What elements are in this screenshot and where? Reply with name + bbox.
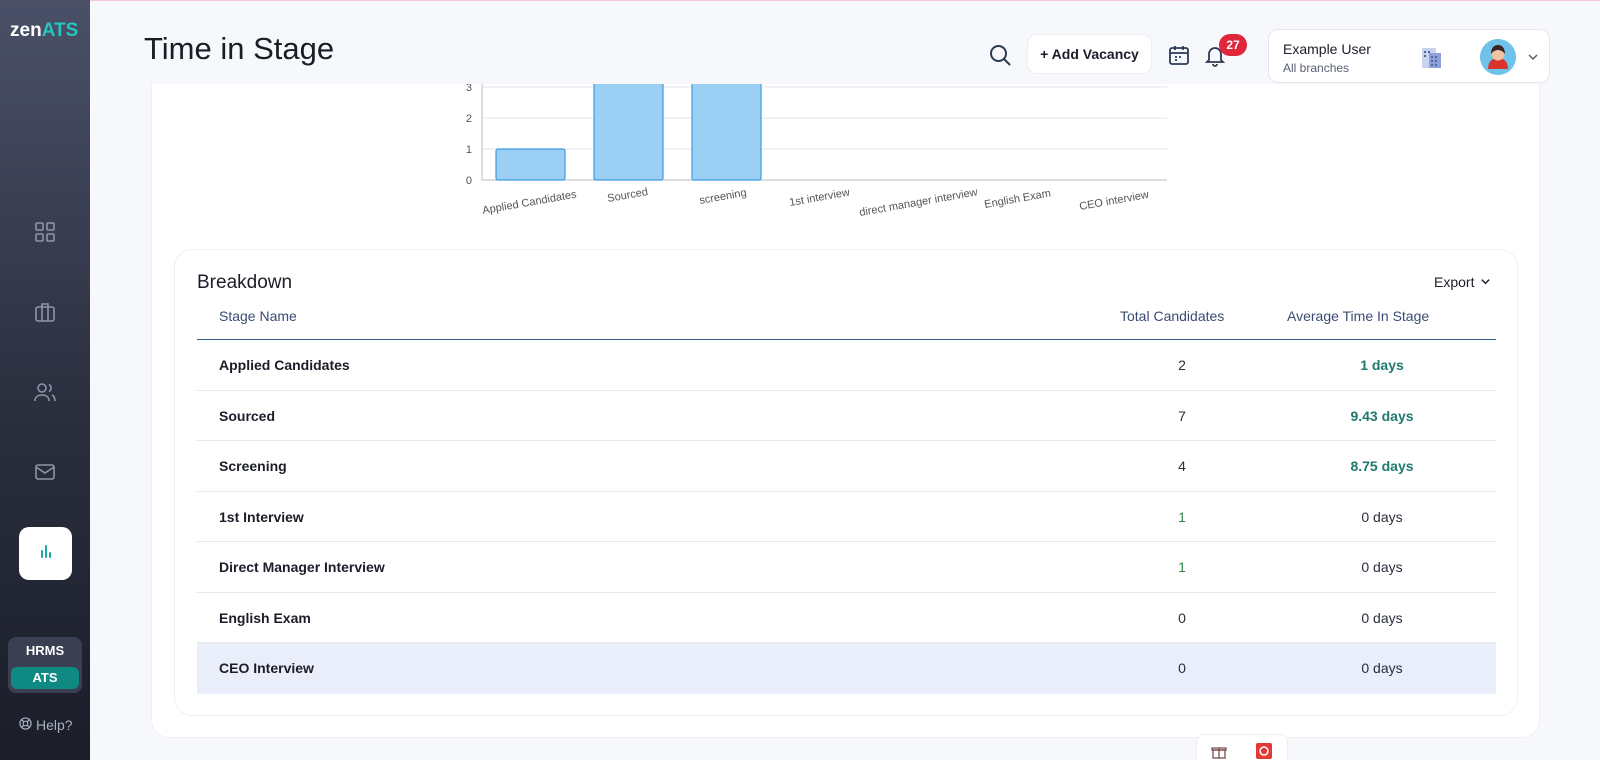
users-icon[interactable] — [30, 377, 60, 407]
building-icon — [1417, 44, 1443, 70]
y-tick-label: 1 — [466, 144, 472, 156]
chart-bar — [691, 84, 762, 181]
average-time-cell: 0 days — [1361, 660, 1403, 676]
table-row[interactable]: CEO Interview 0 0 days — [197, 643, 1496, 694]
table-row[interactable]: Applied Candidates 2 1 days — [197, 340, 1496, 391]
table-row[interactable]: English Exam 0 0 days — [197, 593, 1496, 643]
stage-name-cell: Direct Manager Interview — [219, 559, 385, 575]
table-body: Applied Candidates 2 1 days Sourced 7 9.43 da… — [197, 340, 1496, 694]
page-title: Time in Stage — [144, 31, 335, 66]
briefcase-icon[interactable] — [30, 297, 60, 327]
column-header-stage[interactable]: Stage Name — [219, 308, 297, 324]
avatar[interactable] — [1480, 39, 1516, 75]
total-candidates-cell: 1 — [1178, 508, 1186, 525]
mail-icon[interactable] — [30, 457, 60, 487]
table-row[interactable]: Sourced 7 9.43 days — [197, 391, 1496, 441]
total-candidates-cell: 4 — [1178, 458, 1186, 474]
calendar-icon[interactable] — [1167, 43, 1193, 69]
x-tick-label: Applied Candidates — [481, 188, 578, 216]
x-tick-label: screening — [698, 187, 747, 207]
stage-name-cell: Applied Candidates — [219, 357, 350, 373]
total-candidates-cell: 0 — [1178, 609, 1186, 626]
average-time-cell: 0 days — [1361, 559, 1403, 575]
dashboard-icon[interactable] — [30, 217, 60, 247]
y-tick-label: 0 — [466, 175, 472, 187]
reports-nav-item[interactable] — [19, 527, 72, 580]
y-tick-label: 2 — [466, 113, 472, 125]
time-in-stage-chart: 0 1 2 3 Applied Candidates Sourced screening 1s… — [466, 84, 1167, 219]
sidebar: zenATS HRMS ATS Help? — [0, 0, 90, 760]
total-candidates-cell: 7 — [1178, 407, 1186, 424]
table-row[interactable]: 1st Interview 1 0 days — [197, 492, 1496, 542]
y-tick-label: 3 — [466, 84, 472, 94]
table-row[interactable]: Direct Manager Interview 1 0 days — [197, 542, 1496, 593]
x-tick-label: 1st interview — [788, 187, 850, 209]
switch-ats[interactable]: ATS — [11, 667, 79, 689]
column-header-avg[interactable]: Average Time In Stage — [1287, 308, 1429, 324]
top-bar: Time in Stage + Add Vacancy 27 Example U… — [90, 0, 1600, 84]
app-logo[interactable]: zenATS — [10, 20, 78, 42]
average-time-cell: 1 days — [1360, 357, 1404, 373]
average-time-cell: 0 days — [1361, 609, 1403, 626]
search-icon[interactable] — [988, 43, 1014, 69]
record-icon — [1255, 742, 1273, 760]
total-candidates-cell: 2 — [1178, 357, 1186, 373]
user-branch: All branches — [1283, 61, 1350, 75]
x-tick-label: direct manager interview — [858, 186, 978, 219]
stage-name-cell: 1st Interview — [219, 508, 304, 525]
help-label: Help? — [36, 717, 73, 733]
add-vacancy-button[interactable]: + Add Vacancy — [1027, 34, 1152, 74]
floating-widget[interactable] — [1196, 734, 1288, 760]
total-candidates-cell: 0 — [1178, 660, 1186, 676]
table-header: Stage Name Total Candidates Average Time… — [197, 300, 1496, 340]
chart-bar — [495, 148, 566, 181]
app-switcher: HRMS ATS — [8, 637, 82, 693]
gift-icon — [1211, 743, 1227, 760]
stage-name-cell: CEO Interview — [219, 660, 314, 676]
help-link[interactable]: Help? — [19, 717, 73, 733]
chevron-down-icon[interactable] — [1527, 50, 1541, 64]
breakdown-title: Breakdown — [197, 272, 293, 293]
export-label: Export — [1434, 274, 1475, 290]
user-menu[interactable]: Example User All branches — [1268, 29, 1550, 83]
x-tick-label: English Exam — [983, 187, 1051, 210]
x-tick-label: CEO interview — [1078, 189, 1149, 213]
export-dropdown[interactable]: Export — [1434, 274, 1491, 290]
average-time-cell: 9.43 days — [1350, 407, 1414, 424]
stage-name-cell: Sourced — [219, 407, 276, 424]
chevron-down-icon — [1480, 274, 1491, 290]
breakdown-panel: Breakdown Export Stage Name Total Candid… — [174, 249, 1518, 716]
average-time-cell: 8.75 days — [1350, 458, 1414, 474]
x-tick-label: Sourced — [606, 186, 648, 205]
total-candidates-cell: 1 — [1178, 559, 1186, 575]
table-row[interactable]: Screening 4 8.75 days — [197, 441, 1496, 492]
chart-bar — [593, 84, 664, 181]
switch-hrms[interactable]: HRMS — [8, 643, 82, 658]
stage-name-cell: Screening — [219, 458, 287, 474]
average-time-cell: 0 days — [1361, 508, 1403, 525]
column-header-total[interactable]: Total Candidates — [1120, 308, 1224, 324]
notification-count-badge: 27 — [1219, 34, 1247, 56]
user-name: Example User — [1283, 41, 1371, 57]
stage-name-cell: English Exam — [219, 609, 311, 626]
help-icon — [19, 717, 32, 733]
chart-icon — [36, 541, 56, 566]
